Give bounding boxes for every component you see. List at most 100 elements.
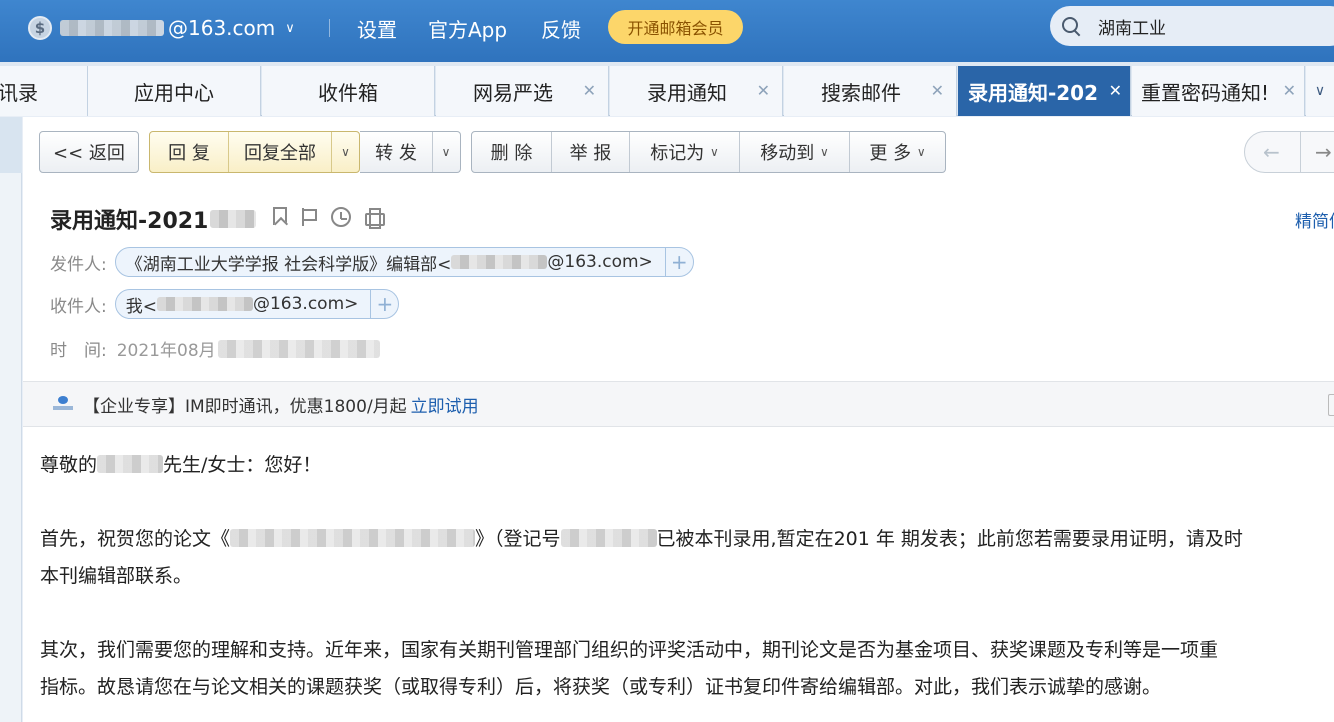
prev-arrow-icon[interactable]: ← xyxy=(1263,140,1280,164)
close-icon[interactable]: ✕ xyxy=(583,81,596,100)
official-app-link[interactable]: 官方App xyxy=(428,14,507,43)
left-sidebar-edge xyxy=(0,117,22,722)
account-menu[interactable]: $ @163.com ∨ xyxy=(28,14,295,42)
p1-part-a: 首先，祝贺您的论文《 xyxy=(40,528,231,550)
tab-label: 搜索邮件 xyxy=(821,80,901,105)
close-icon[interactable]: ✕ xyxy=(757,81,770,100)
ad-try-now-link[interactable]: 立即试用 xyxy=(411,392,479,417)
recipient-label: 收件人: xyxy=(50,296,107,317)
tab-label: 应用中心 xyxy=(134,80,214,105)
tab-contacts[interactable]: 讯录 xyxy=(0,66,88,116)
vip-button[interactable]: 开通邮箱会员 xyxy=(608,10,743,44)
paragraph-1: 首先，祝贺您的论文《 》（登记号 已被本刊录用,暂定在201 年 期发表；此前您若需… xyxy=(40,521,1334,595)
recipient-name: 我< xyxy=(125,296,157,317)
tab-label: 收件箱 xyxy=(318,80,378,105)
mail-subject: 录用通知-2021 xyxy=(50,203,257,235)
netease-logo-icon xyxy=(53,395,73,413)
p1-part-b: 》（登记号 xyxy=(475,528,561,550)
tab-search-mail[interactable]: 搜索邮件 ✕ xyxy=(784,66,957,116)
forward-button[interactable]: 转 发 xyxy=(360,132,433,172)
concise-view-link[interactable]: 精简信 xyxy=(1295,207,1334,232)
search-box[interactable] xyxy=(1050,6,1334,46)
reply-all-button[interactable]: 回复全部 xyxy=(229,132,332,172)
reply-button[interactable]: 回 复 xyxy=(150,132,229,172)
tab-acceptance-notice-2021[interactable]: 录用通知-202 ✕ xyxy=(958,66,1131,116)
search-icon xyxy=(1060,15,1082,37)
tab-bar: 讯录 应用中心 收件箱 网易严选 ✕ 录用通知 ✕ 搜索邮件 ✕ 录用通知-20… xyxy=(0,62,1334,116)
recipient-chip[interactable]: 我< @163.com> + xyxy=(114,289,400,319)
recipient-domain: @163.com> xyxy=(252,294,359,314)
move-to-button[interactable]: 移动到 ∨ xyxy=(740,132,850,172)
close-icon[interactable]: ✕ xyxy=(1109,81,1122,100)
account-domain: @163.com xyxy=(168,16,276,40)
divider xyxy=(329,19,330,37)
greeting-post: 先生/女士：您好！ xyxy=(163,454,322,476)
back-button[interactable]: << 返回 xyxy=(40,132,138,172)
ad-close-handle[interactable] xyxy=(1328,394,1334,416)
p1-part-c: 已被本刊录用,暂定在201 年 期发表；此前您若需要录用证明，请及时 xyxy=(656,528,1243,550)
tab-acceptance-notice[interactable]: 录用通知 ✕ xyxy=(610,66,783,116)
p2-line-1: 其次，我们需要您的理解和支持。近年来，国家有关期刊管理部门组织的评奖活动中，期刊… xyxy=(40,639,1219,661)
close-icon[interactable]: ✕ xyxy=(931,81,944,100)
top-bar: $ @163.com ∨ 设置 官方App 反馈 开通邮箱会员 xyxy=(0,0,1334,62)
sender-row: 发件人: 《湖南工业大学学报 社会科学版》编辑部< @163.com> + xyxy=(50,247,694,277)
tab-app-center[interactable]: 应用中心 xyxy=(88,66,261,116)
flag-icon[interactable] xyxy=(300,207,318,227)
time-label: 时 间: xyxy=(50,341,107,361)
close-icon[interactable]: ✕ xyxy=(1283,81,1296,100)
prev-next-nav: ← → xyxy=(1244,131,1334,173)
chevron-down-icon: ∨ xyxy=(285,20,295,36)
tab-label: 网易严选 xyxy=(473,80,553,105)
settings-link[interactable]: 设置 xyxy=(357,14,397,43)
clock-icon[interactable] xyxy=(331,207,351,227)
mail-reader: << 返回 回 复 回复全部 ∨ 转 发 ∨ 删 除 举 报 标记为 ∨ 移动到… xyxy=(23,117,1334,722)
back-group: << 返回 xyxy=(39,131,139,173)
tab-label: 录用通知 xyxy=(647,80,727,105)
tab-label: 录用通知-202 xyxy=(967,80,1099,105)
sidebar-strip xyxy=(0,117,22,173)
blurred-time-tail xyxy=(217,339,380,358)
more-button[interactable]: 更 多 ∨ xyxy=(850,132,945,172)
blurred-sender-account xyxy=(451,255,548,269)
search-input[interactable] xyxy=(1098,16,1328,36)
more-label: 更 多 xyxy=(869,143,912,164)
tab-reset-password[interactable]: 重置密码通知! ✕ xyxy=(1132,66,1305,116)
bookmark-icon[interactable] xyxy=(273,207,287,225)
subject-actions xyxy=(273,207,385,229)
mark-as-button[interactable]: 标记为 ∨ xyxy=(630,132,740,172)
tab-label: 重置密码通知! xyxy=(1140,80,1270,105)
chevron-down-icon: ∨ xyxy=(916,145,926,159)
sender-name: 《湖南工业大学学报 社会科学版》编辑部< xyxy=(125,254,452,275)
time-value: 2021年08月 xyxy=(117,336,380,361)
blurred-registration-no xyxy=(560,529,657,547)
tab-yanxuan[interactable]: 网易严选 ✕ xyxy=(436,66,609,116)
move-to-label: 移动到 xyxy=(760,143,815,164)
greeting-pre: 尊敬的 xyxy=(40,454,98,476)
greeting: 尊敬的 先生/女士：您好！ xyxy=(40,447,1334,484)
coin-icon: $ xyxy=(28,16,52,40)
tab-overflow-chevron-icon[interactable]: ∨ xyxy=(1306,66,1334,116)
mark-as-label: 标记为 xyxy=(650,143,705,164)
sender-label: 发件人: xyxy=(50,254,107,275)
forward-dropdown[interactable]: ∨ xyxy=(433,132,459,172)
add-contact-icon[interactable]: + xyxy=(370,290,398,318)
reply-dropdown[interactable]: ∨ xyxy=(332,132,359,172)
tab-inbox[interactable]: 收件箱 xyxy=(262,66,435,116)
print-icon[interactable] xyxy=(364,207,385,229)
divider xyxy=(1300,132,1301,172)
p1-line-2: 本刊编辑部联系。 xyxy=(40,565,193,587)
blurred-subject-tail xyxy=(210,210,257,228)
sender-chip[interactable]: 《湖南工业大学学报 社会科学版》编辑部< @163.com> + xyxy=(114,247,694,277)
feedback-link[interactable]: 反馈 xyxy=(541,14,581,43)
chevron-down-icon: ∨ xyxy=(441,145,451,159)
add-contact-icon[interactable]: + xyxy=(664,248,693,276)
tab-label: 讯录 xyxy=(0,80,38,105)
next-arrow-icon[interactable]: → xyxy=(1315,140,1332,164)
mail-body: 尊敬的 先生/女士：您好！ 首先，祝贺您的论文《 》（登记号 已被本刊录用,暂定在20… xyxy=(40,447,1334,722)
paragraph-2: 其次，我们需要您的理解和支持。近年来，国家有关期刊管理部门组织的评奖活动中，期刊… xyxy=(40,632,1334,706)
recipient-row: 收件人: 我< @163.com> + xyxy=(50,289,400,319)
forward-group: 转 发 ∨ xyxy=(360,131,461,173)
report-button[interactable]: 举 报 xyxy=(552,132,630,172)
blurred-name xyxy=(97,455,164,473)
delete-button[interactable]: 删 除 xyxy=(472,132,552,172)
